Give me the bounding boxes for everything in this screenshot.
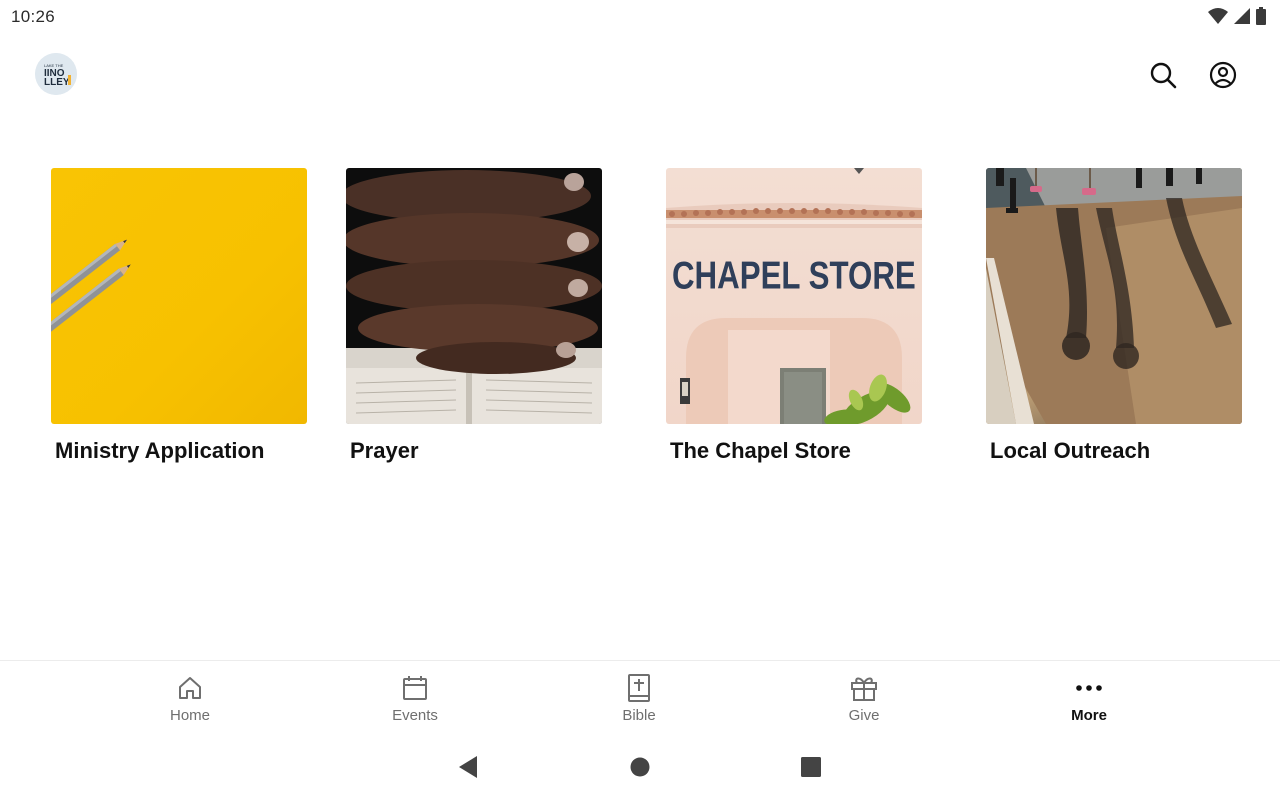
- home-circle-icon: [630, 757, 650, 777]
- nav-item-bible[interactable]: Bible: [579, 673, 699, 724]
- tile-chapel-store[interactable]: CHAPEL STORE The Chapel Store: [666, 168, 922, 463]
- nav-label-events: Events: [392, 707, 438, 724]
- system-navigation-bar: [0, 738, 1280, 800]
- tile-label: The Chapel Store: [670, 438, 851, 463]
- back-triangle-icon: [459, 756, 477, 778]
- nav-label-home: Home: [169, 707, 210, 724]
- tile-label: Local Outreach: [990, 438, 1151, 463]
- tile-local-outreach[interactable]: Local Outreach: [986, 168, 1242, 463]
- status-icons: [1208, 7, 1266, 25]
- nav-item-give[interactable]: Give: [804, 673, 924, 724]
- home-system-button[interactable]: [630, 756, 650, 783]
- account-button[interactable]: [1208, 60, 1238, 90]
- status-bar: 10:26: [0, 0, 1280, 34]
- nav-item-events[interactable]: Events: [355, 673, 475, 724]
- nav-item-home[interactable]: Home: [130, 673, 250, 724]
- wifi-icon: [1208, 8, 1228, 24]
- chapel-store-image: CHAPEL STORE: [666, 168, 922, 424]
- home-icon: [175, 673, 205, 703]
- svg-text:LLEY: LLEY: [44, 77, 70, 88]
- chapel-store-sign: CHAPEL STORE: [672, 253, 916, 297]
- praying-hands-illustration: [346, 170, 602, 424]
- nav-label-give: Give: [848, 707, 880, 724]
- pencils-illustration: [51, 239, 131, 343]
- gift-icon: [849, 673, 879, 703]
- back-button[interactable]: [458, 756, 478, 783]
- calendar-icon: [400, 673, 430, 703]
- recents-button[interactable]: [801, 756, 821, 783]
- prayer-image: [346, 168, 602, 424]
- app-bar: LAKE THE IINO LLEY: [0, 34, 1280, 118]
- bottom-navigation: Home Events Bible Give More: [0, 660, 1280, 738]
- tile-label: Ministry Application: [55, 438, 265, 463]
- bible-icon: [624, 673, 654, 703]
- tile-label: Prayer: [350, 438, 419, 463]
- tile-prayer[interactable]: Prayer: [346, 168, 602, 463]
- status-time: 10:26: [11, 7, 56, 26]
- tile-ministry-application[interactable]: Ministry Application: [51, 168, 307, 463]
- more-icon: [1074, 673, 1104, 703]
- chapel-store-illustration: CHAPEL STORE: [666, 168, 922, 424]
- account-circle-icon: [1209, 61, 1237, 89]
- street-shadows-illustration: [986, 168, 1242, 424]
- church-logo[interactable]: LAKE THE IINO LLEY: [35, 53, 77, 95]
- nav-label-bible: Bible: [622, 707, 656, 724]
- signal-icon: [1234, 8, 1250, 24]
- recents-square-icon: [801, 757, 821, 777]
- ministry-application-image: [51, 168, 307, 424]
- logo-mark: LAKE THE IINO LLEY: [35, 53, 77, 95]
- battery-icon: [1256, 7, 1266, 25]
- appbar-actions: [1148, 60, 1238, 90]
- search-icon: [1150, 62, 1177, 89]
- search-button[interactable]: [1148, 60, 1178, 90]
- nav-label-more: More: [1071, 707, 1107, 724]
- local-outreach-image: [986, 168, 1242, 424]
- nav-item-more[interactable]: More: [1029, 673, 1149, 724]
